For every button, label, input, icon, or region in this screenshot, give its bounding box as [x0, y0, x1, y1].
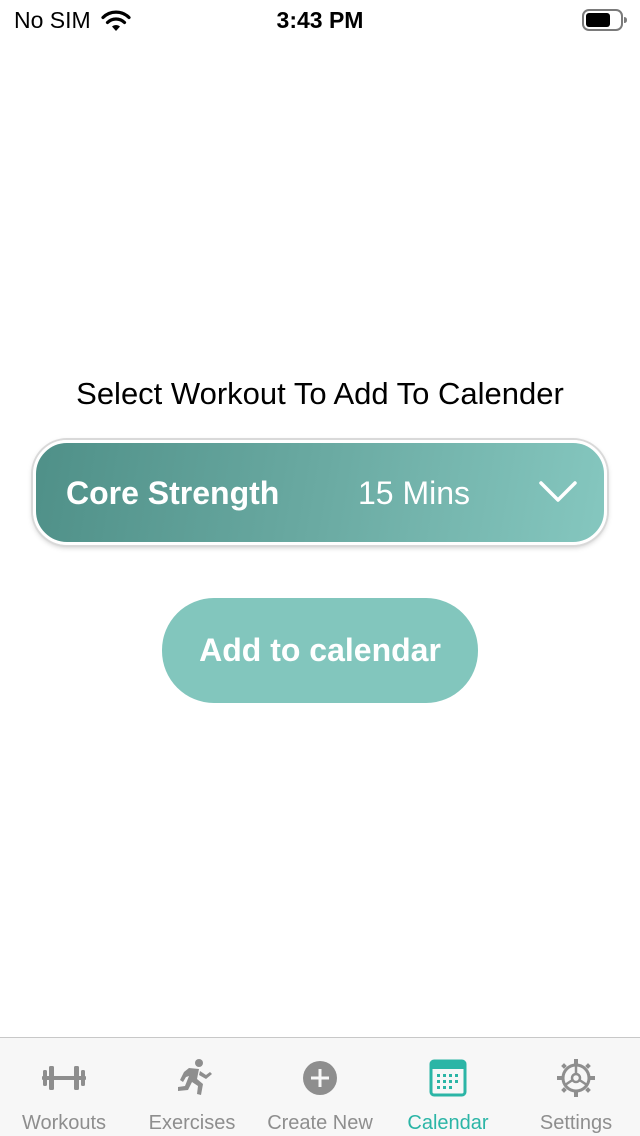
plus-circle-icon [303, 1061, 337, 1095]
tab-bar: Workouts Exercises Create New Calendar S… [0, 1037, 640, 1136]
chevron-down-icon [539, 481, 577, 502]
battery-icon [582, 9, 627, 31]
gear-icon [557, 1059, 595, 1097]
workout-name: Core Strength [66, 475, 280, 511]
status-bar: No SIM 3:43 PM [0, 0, 640, 40]
tab-workouts-label: Workouts [21, 1112, 107, 1134]
calendar-icon [429, 1059, 467, 1097]
tab-settings[interactable]: Settings [512, 1038, 640, 1136]
tab-create-new[interactable]: Create New [256, 1038, 384, 1136]
select-workout-prompt: Select Workout To Add To Calender [76, 376, 564, 411]
status-time: 3:43 PM [276, 7, 364, 33]
runner-icon [178, 1059, 212, 1095]
barbell-icon [42, 1066, 86, 1090]
tab-settings-label: Settings [539, 1112, 613, 1134]
tab-exercises-label: Exercises [148, 1112, 236, 1134]
screen: No SIM 3:43 PM Select Workout To Add To … [0, 0, 640, 1136]
tab-calendar-label: Calendar [407, 1112, 489, 1134]
add-to-calendar-button[interactable]: Add to calendar [162, 598, 478, 703]
tab-create-new-label: Create New [267, 1112, 373, 1134]
tab-workouts[interactable]: Workouts [0, 1038, 128, 1136]
tab-exercises[interactable]: Exercises [128, 1038, 256, 1136]
workout-duration: 15 Mins [358, 475, 471, 511]
tab-calendar[interactable]: Calendar [384, 1038, 512, 1136]
workout-dropdown[interactable]: Core Strength 15 Mins [33, 440, 607, 545]
